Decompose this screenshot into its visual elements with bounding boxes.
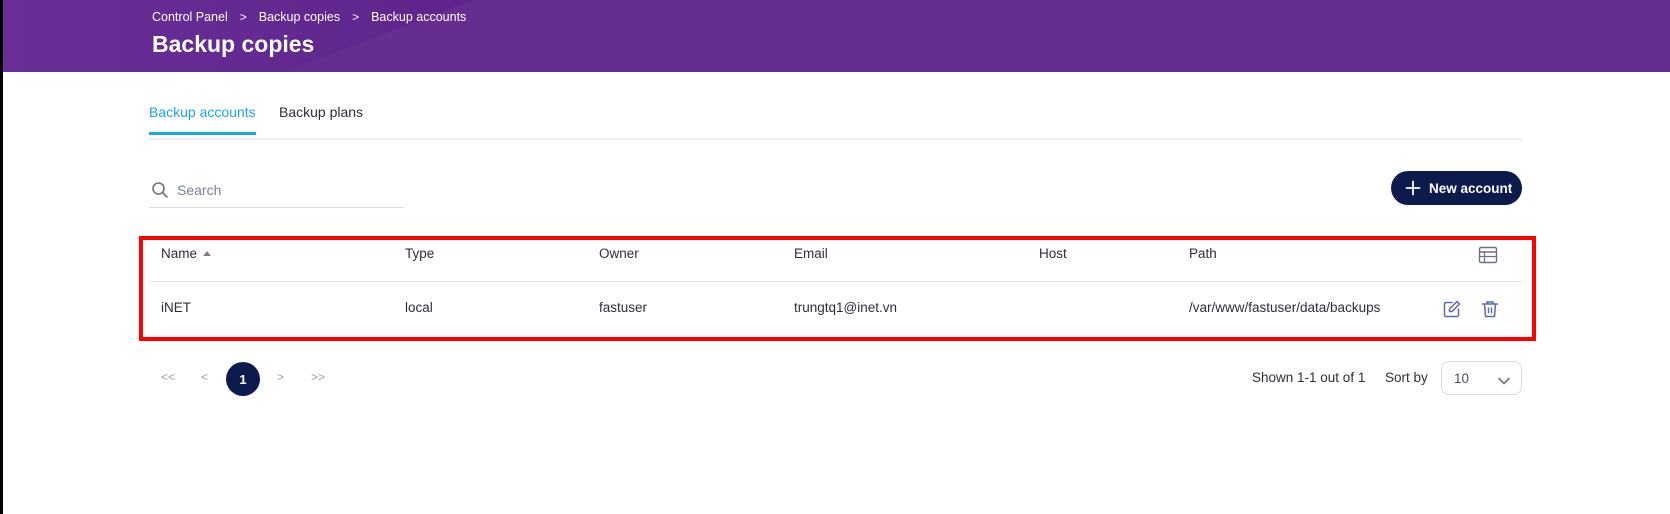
search-icon bbox=[151, 181, 169, 204]
sort-by-label: Sort by bbox=[1385, 370, 1428, 385]
breadcrumb-item-backup-copies[interactable]: Backup copies bbox=[259, 10, 340, 24]
cell-type: local bbox=[405, 300, 433, 315]
column-header-owner[interactable]: Owner bbox=[599, 246, 639, 261]
pagination-last[interactable]: >> bbox=[311, 370, 325, 384]
breadcrumb-item-backup-accounts: Backup accounts bbox=[371, 10, 467, 24]
pagination-prev[interactable]: < bbox=[201, 370, 208, 384]
cell-name: iNET bbox=[161, 300, 191, 315]
tab-backup-plans[interactable]: Backup plans bbox=[279, 104, 363, 132]
column-header-name-label: Name bbox=[161, 246, 198, 261]
table-columns-icon[interactable] bbox=[1478, 246, 1498, 269]
breadcrumb-separator: > bbox=[239, 10, 247, 24]
page-title: Backup copies bbox=[152, 31, 315, 57]
pagination-first[interactable]: << bbox=[161, 370, 175, 384]
pagination-page-current[interactable]: 1 bbox=[226, 362, 260, 396]
cell-path: /var/www/fastuser/data/backups bbox=[1189, 300, 1381, 315]
window-edge bbox=[0, 0, 3, 514]
breadcrumb-separator: > bbox=[352, 10, 360, 24]
trash-icon[interactable] bbox=[1480, 299, 1500, 324]
cell-email: trungtq1@inet.vn bbox=[794, 300, 898, 315]
new-account-button[interactable]: New account bbox=[1391, 171, 1522, 205]
new-account-label: New account bbox=[1429, 180, 1513, 196]
column-header-host[interactable]: Host bbox=[1039, 246, 1067, 261]
search-box bbox=[149, 172, 404, 208]
column-header-path[interactable]: Path bbox=[1189, 246, 1217, 261]
tab-backup-accounts[interactable]: Backup accounts bbox=[149, 104, 256, 135]
column-header-name[interactable]: Name bbox=[161, 246, 212, 261]
page-header: Control Panel > Backup copies > Backup a… bbox=[3, 0, 1670, 72]
chevron-down-icon bbox=[1497, 373, 1511, 391]
plus-icon bbox=[1405, 180, 1421, 196]
column-header-email[interactable]: Email bbox=[794, 246, 828, 261]
cell-owner: fastuser bbox=[599, 300, 648, 315]
page-size-value: 10 bbox=[1454, 371, 1470, 386]
table-header: Name Type Owner Email Host Path bbox=[149, 240, 1522, 282]
edit-icon[interactable] bbox=[1442, 299, 1462, 324]
pagination-next[interactable]: > bbox=[277, 370, 284, 384]
column-header-type[interactable]: Type bbox=[405, 246, 434, 261]
breadcrumb-item-control-panel[interactable]: Control Panel bbox=[152, 10, 228, 24]
table-row[interactable]: iNET local fastuser trungtq1@inet.vn /va… bbox=[149, 283, 1522, 335]
tab-bar: Backup accounts Backup plans bbox=[149, 96, 1522, 140]
breadcrumb: Control Panel > Backup copies > Backup a… bbox=[152, 10, 466, 24]
sort-asc-icon bbox=[203, 251, 212, 256]
results-count: Shown 1-1 out of 1 bbox=[1252, 370, 1366, 385]
page-size-select[interactable]: 10 bbox=[1441, 361, 1522, 395]
search-input[interactable] bbox=[177, 178, 397, 202]
